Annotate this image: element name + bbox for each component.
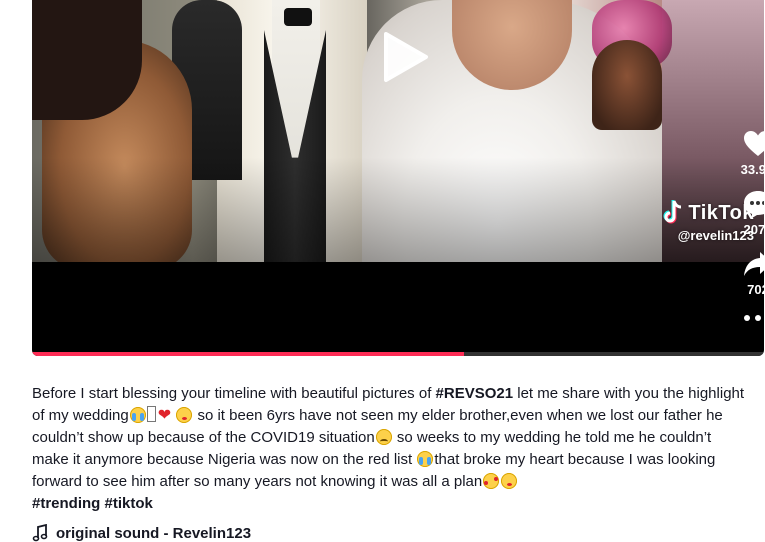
sound-label: original sound - Revelin123 [56,524,252,542]
play-icon[interactable] [378,30,430,84]
hashtag-revso21[interactable]: #REVSO21 [436,385,514,402]
music-note-icon [32,524,48,542]
caption-text: Before I start blessing your timeline wi… [32,385,436,402]
smiling-hearts-emoji-icon [483,473,500,489]
crying-emoji-icon [129,407,146,423]
video-player[interactable]: TikTok @revelin123 33.9K 2075 702 [32,0,764,356]
hashtag-trending[interactable]: #trending [32,495,100,512]
more-icon [744,315,761,321]
more-button[interactable] [728,312,764,336]
heart-icon [744,131,764,156]
like-button[interactable]: 33.9K [728,128,764,177]
comment-button[interactable]: 2075 [728,188,764,237]
crying-emoji-icon [417,451,434,467]
comment-icon [744,191,764,218]
tiktok-logo-icon [663,200,682,224]
like-count: 33.9K [740,162,764,177]
original-sound-link[interactable]: original sound - Revelin123 [32,524,251,542]
share-button[interactable]: 702 [728,248,764,297]
share-count: 702 [747,282,764,297]
video-caption: Before I start blessing your timeline wi… [32,383,748,515]
hashtag-tiktok[interactable]: #tiktok [105,495,153,512]
missing-glyph-icon [146,406,156,422]
heart-emoji-icon: ❤ [157,407,172,424]
sad-emoji-icon [375,429,392,445]
share-icon [744,252,764,276]
kiss-emoji-icon [176,407,193,423]
comment-count: 2075 [743,222,764,237]
kiss-emoji-icon [501,473,518,489]
progress-bar-fill [32,352,464,356]
progress-bar[interactable] [32,352,764,356]
video-frame[interactable]: TikTok @revelin123 [32,0,764,262]
